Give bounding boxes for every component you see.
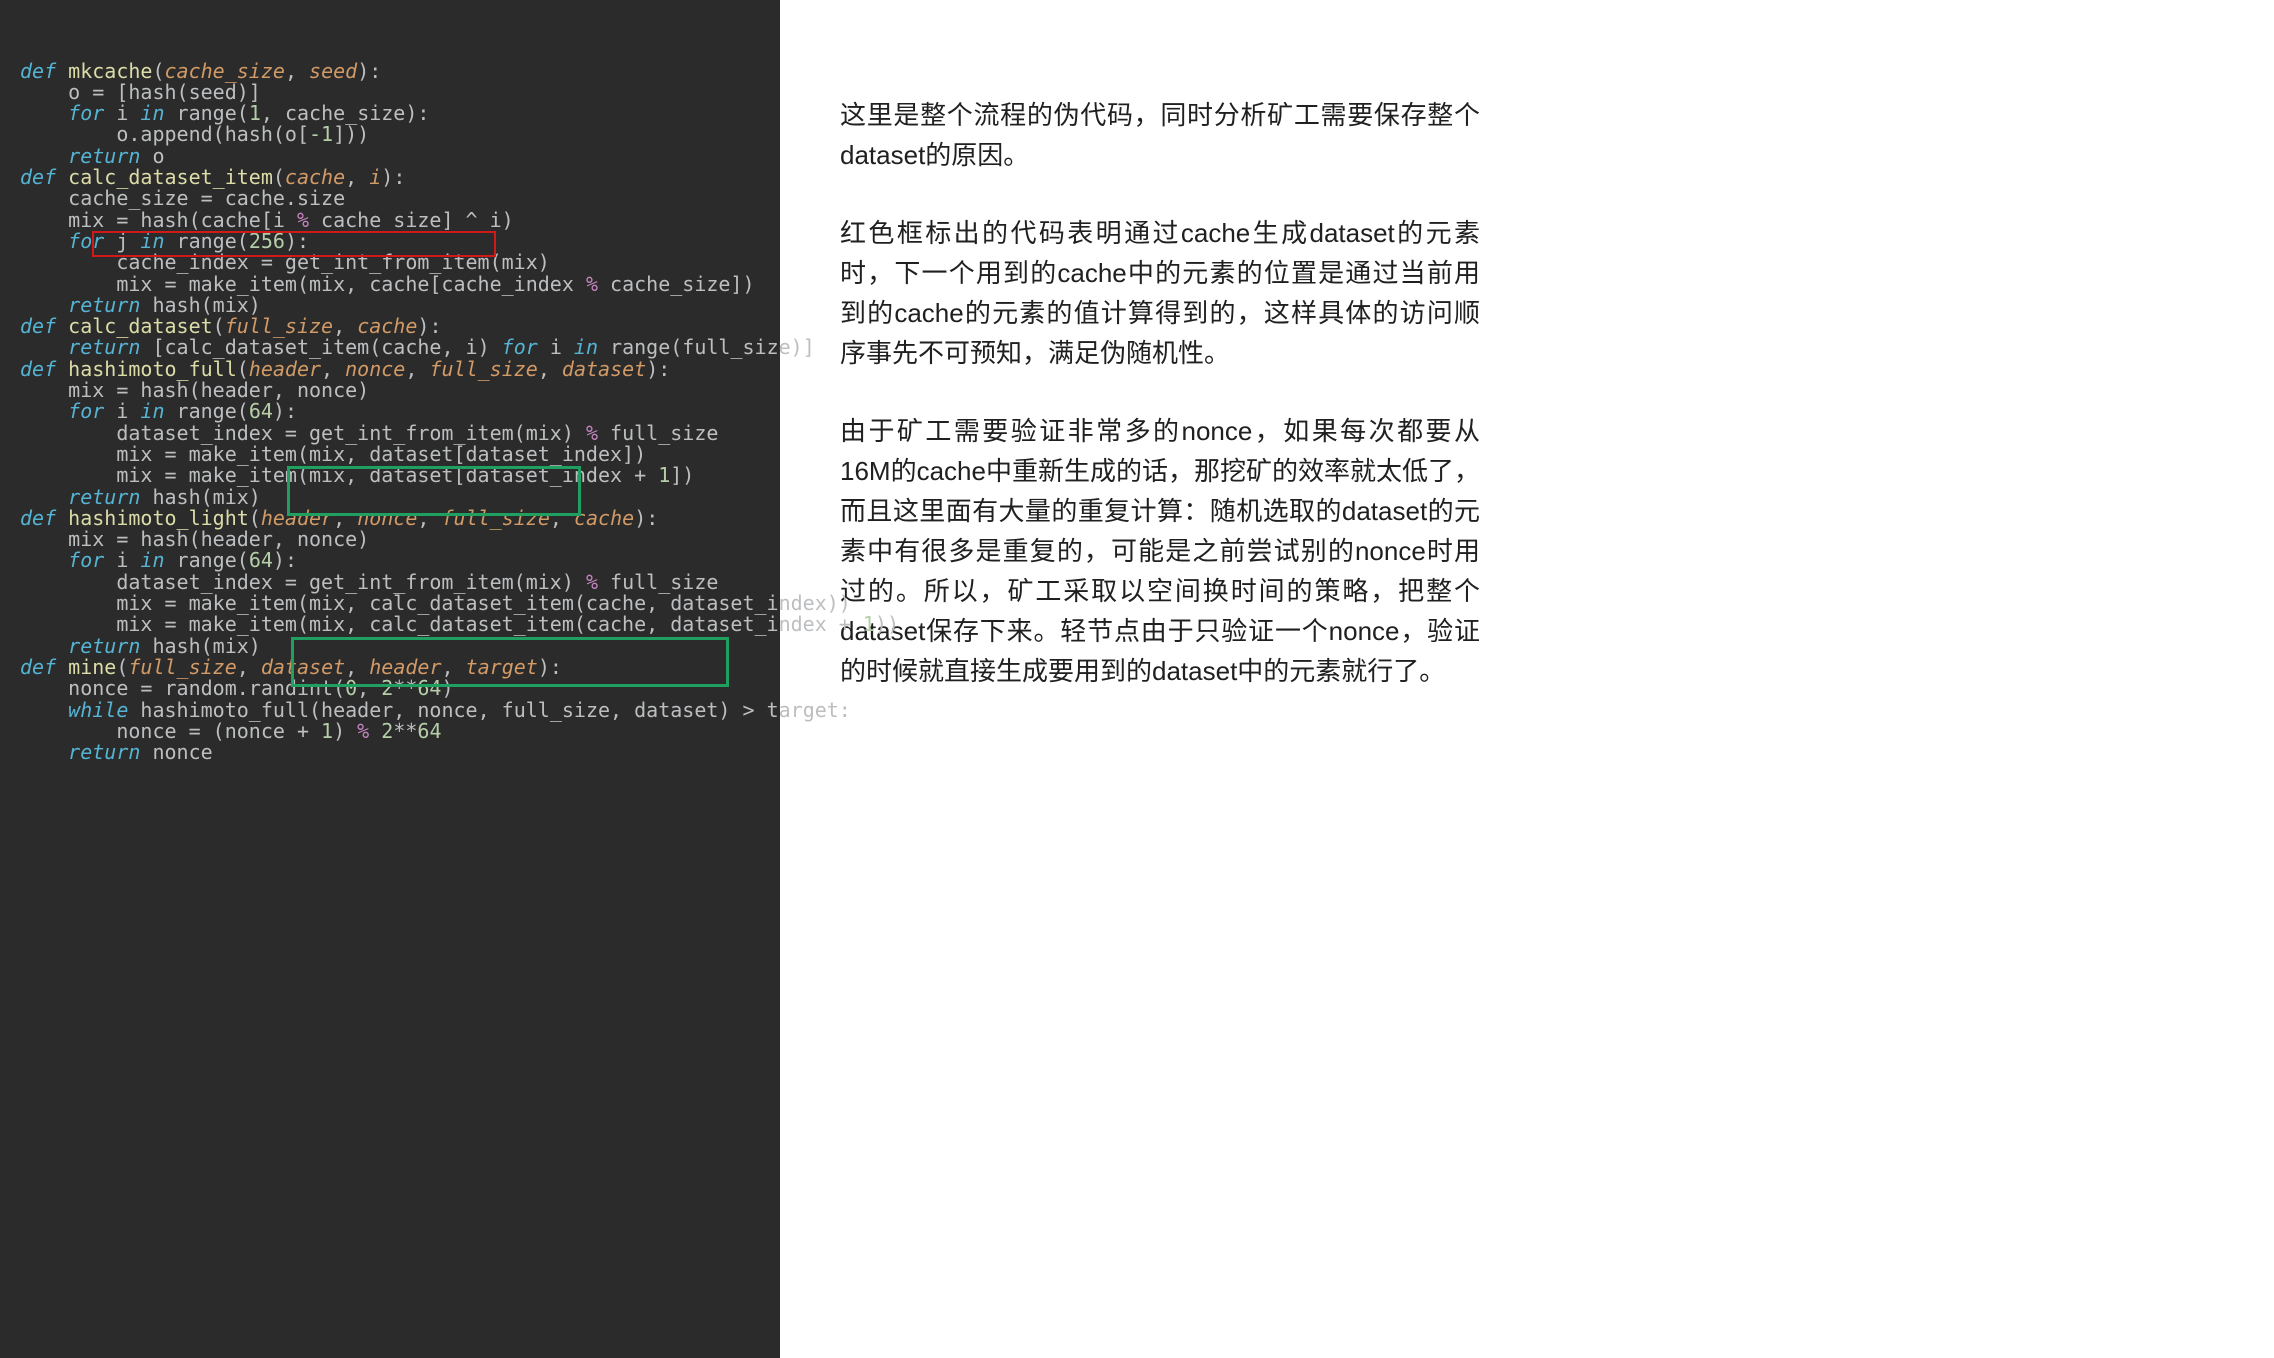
code-line: mix = make_item(mix, dataset[dataset_ind… bbox=[20, 465, 760, 486]
slide: def mkcache(cache_size, seed): o = [hash… bbox=[0, 0, 2274, 1358]
code-line: for j in range(256): bbox=[20, 231, 760, 252]
code-line: return hash(mix) bbox=[20, 636, 760, 657]
code-line: mix = make_item(mix, calc_dataset_item(c… bbox=[20, 614, 760, 635]
paragraph-2: 红色框标出的代码表明通过cache生成dataset的元素时，下一个用到的cac… bbox=[840, 213, 1480, 373]
code-line: def calc_dataset(full_size, cache): bbox=[20, 316, 760, 337]
code-line: mix = make_item(mix, calc_dataset_item(c… bbox=[20, 593, 760, 614]
explanation-text: 这里是整个流程的伪代码，同时分析矿工需要保存整个dataset的原因。 红色框标… bbox=[840, 0, 1480, 1358]
code-lines-container: def mkcache(cache_size, seed): o = [hash… bbox=[20, 61, 760, 764]
code-line: nonce = random.randint(0, 2**64) bbox=[20, 678, 760, 699]
code-line: def mine(full_size, dataset, header, tar… bbox=[20, 657, 760, 678]
code-line: cache_size = cache.size bbox=[20, 188, 760, 209]
code-line: o.append(hash(o[-1])) bbox=[20, 124, 760, 145]
code-line: dataset_index = get_int_from_item(mix) %… bbox=[20, 572, 760, 593]
code-line: while hashimoto_full(header, nonce, full… bbox=[20, 700, 760, 721]
code-line: nonce = (nonce + 1) % 2**64 bbox=[20, 721, 760, 742]
code-line: return nonce bbox=[20, 742, 760, 763]
code-line: def hashimoto_full(header, nonce, full_s… bbox=[20, 359, 760, 380]
code-line: o = [hash(seed)] bbox=[20, 82, 760, 103]
code-line: return [calc_dataset_item(cache, i) for … bbox=[20, 337, 760, 358]
code-line: for i in range(64): bbox=[20, 401, 760, 422]
code-line: return hash(mix) bbox=[20, 295, 760, 316]
code-line: for i in range(64): bbox=[20, 550, 760, 571]
paragraph-3: 由于矿工需要验证非常多的nonce，如果每次都要从16M的cache中重新生成的… bbox=[840, 411, 1480, 691]
code-line: for i in range(1, cache_size): bbox=[20, 103, 760, 124]
code-line: def calc_dataset_item(cache, i): bbox=[20, 167, 760, 188]
code-line: return hash(mix) bbox=[20, 487, 760, 508]
code-block: def mkcache(cache_size, seed): o = [hash… bbox=[0, 0, 780, 1358]
code-line: mix = hash(header, nonce) bbox=[20, 529, 760, 550]
code-line: dataset_index = get_int_from_item(mix) %… bbox=[20, 423, 760, 444]
code-line: cache_index = get_int_from_item(mix) bbox=[20, 252, 760, 273]
code-line: return o bbox=[20, 146, 760, 167]
code-line: mix = make_item(mix, dataset[dataset_ind… bbox=[20, 444, 760, 465]
paragraph-1: 这里是整个流程的伪代码，同时分析矿工需要保存整个dataset的原因。 bbox=[840, 95, 1480, 175]
code-line: def mkcache(cache_size, seed): bbox=[20, 61, 760, 82]
code-line: def hashimoto_light(header, nonce, full_… bbox=[20, 508, 760, 529]
code-line: mix = hash(header, nonce) bbox=[20, 380, 760, 401]
code-line: mix = make_item(mix, cache[cache_index %… bbox=[20, 274, 760, 295]
code-line: mix = hash(cache[i % cache_size] ^ i) bbox=[20, 210, 760, 231]
